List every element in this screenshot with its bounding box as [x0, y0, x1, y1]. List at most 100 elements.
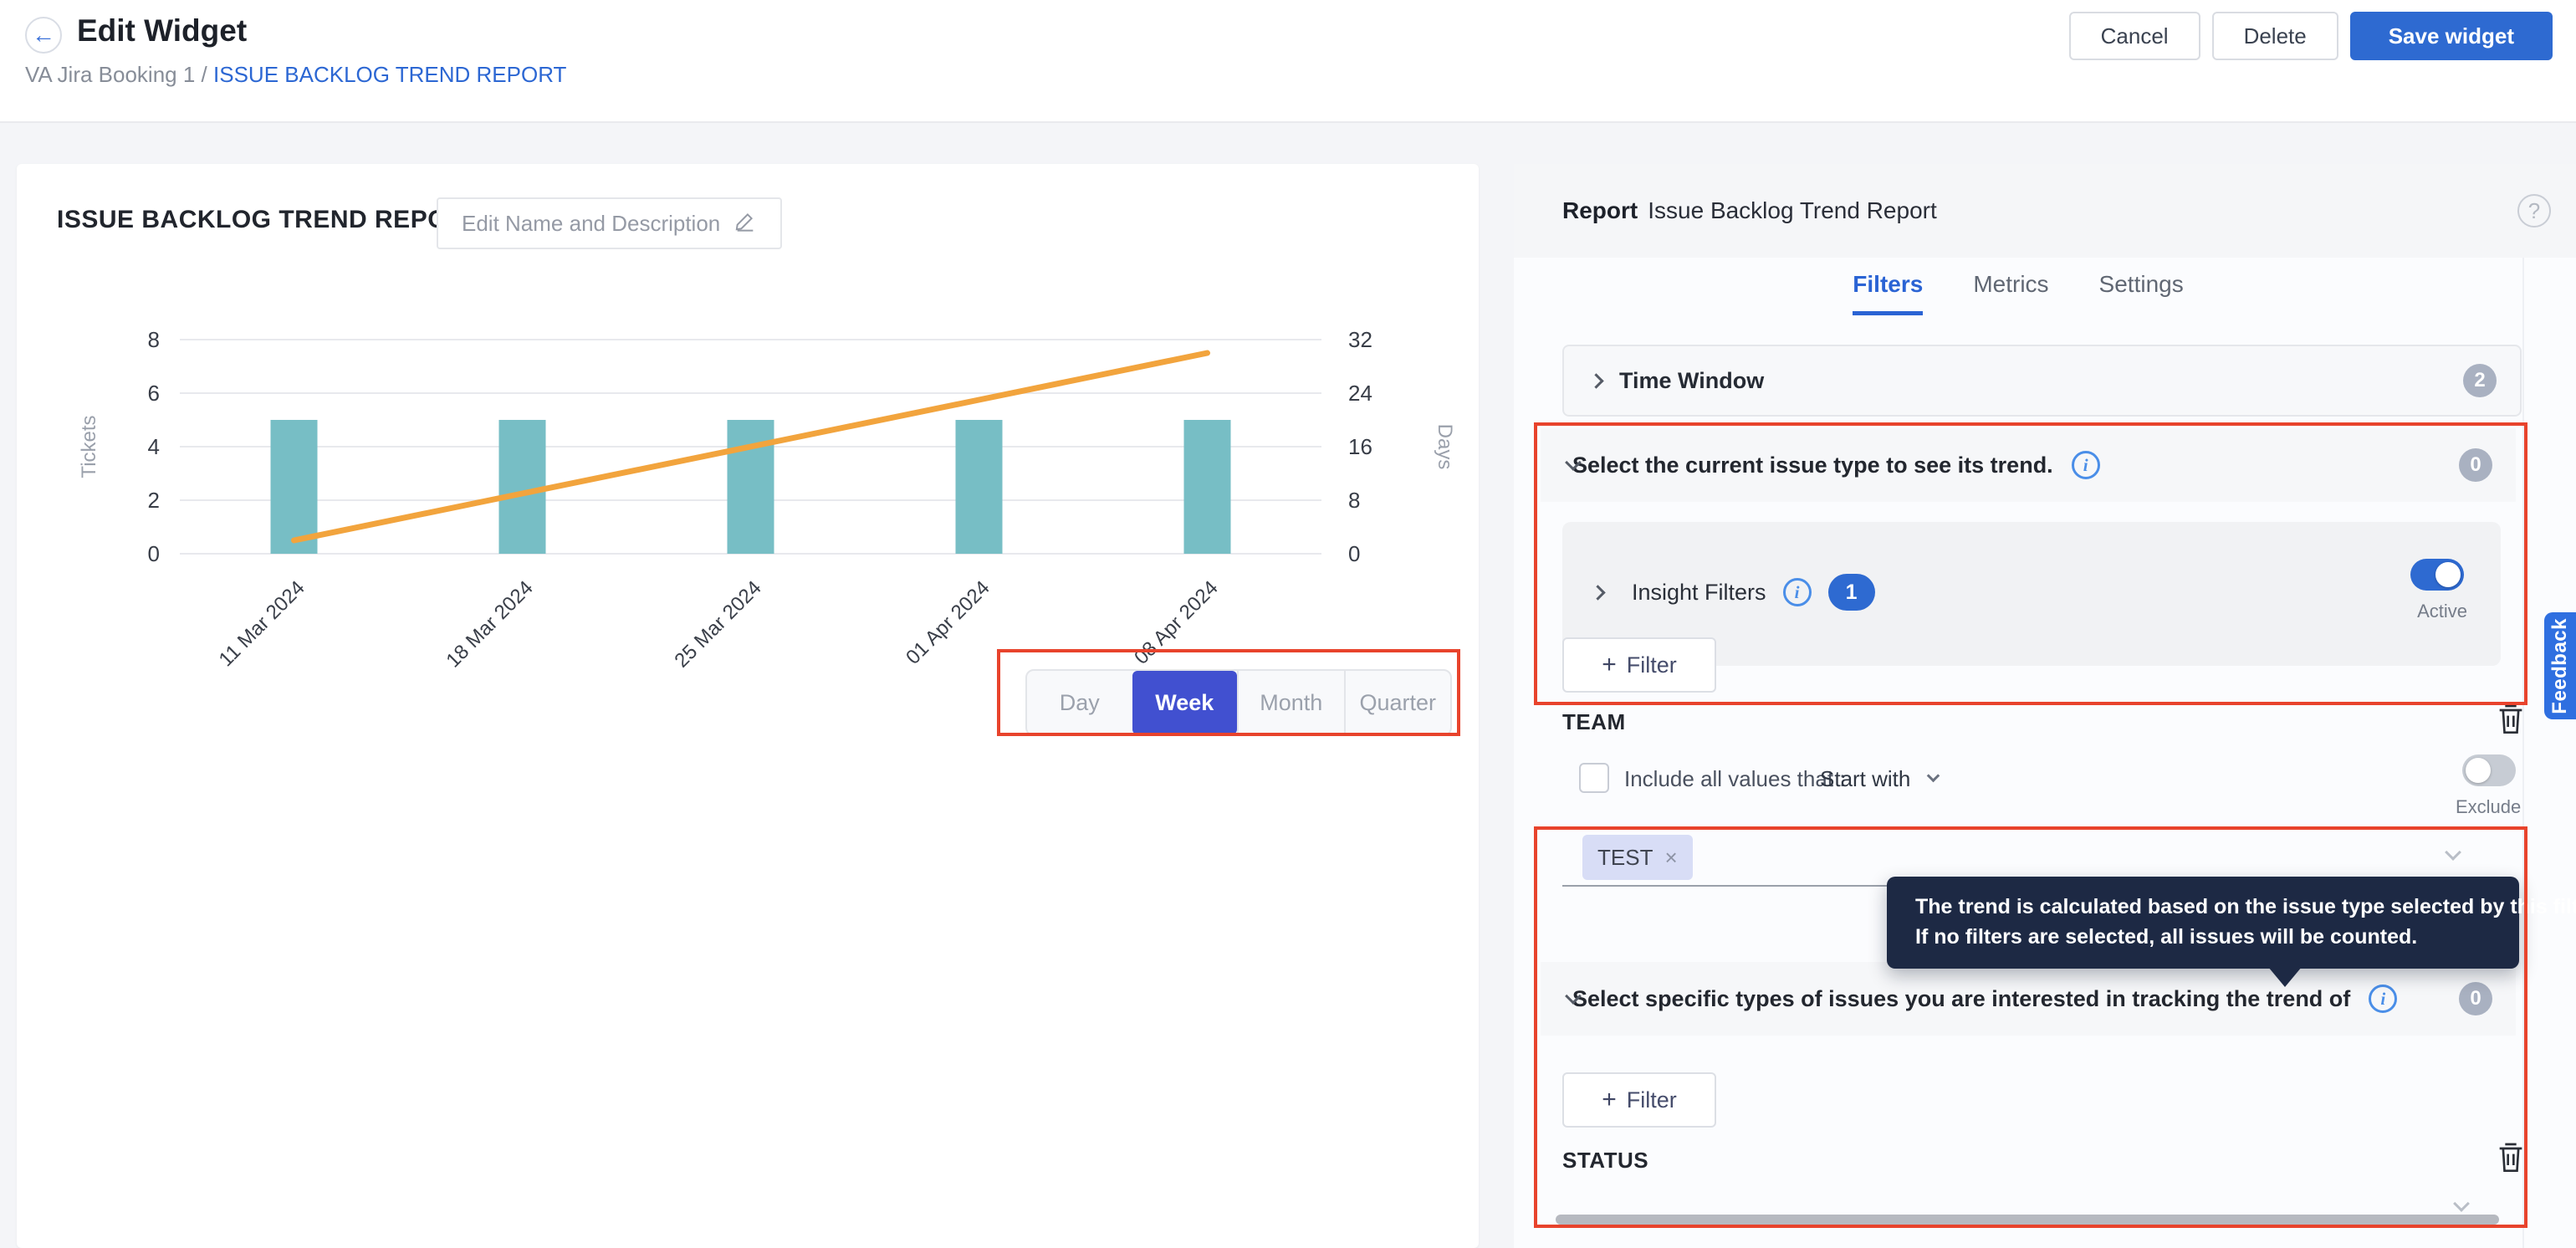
right-axis-tick: 24: [1348, 381, 1372, 406]
specific-types-badge: 0: [2459, 982, 2492, 1015]
edit-widget-page: ← Edit Widget VA Jira Booking 1 / ISSUE …: [0, 0, 2576, 1248]
time-window-label: Time Window: [1619, 368, 1764, 394]
include-all-label: Include all values that :: [1624, 766, 1846, 792]
bar-tickets: [956, 420, 1003, 554]
trash-icon[interactable]: [2494, 699, 2527, 738]
bar-tickets: [499, 420, 546, 554]
x-axis-label: 08 Apr 2024: [1130, 576, 1223, 669]
left-axis-tick: 2: [148, 488, 160, 513]
report-header-title: Issue Backlog Trend Report: [1648, 197, 1937, 223]
period-option-day[interactable]: Day: [1027, 671, 1132, 734]
insight-filters-label: Insight Filters: [1632, 580, 1766, 606]
insight-filters-row[interactable]: Insight Filters 1: [1592, 574, 1875, 611]
chevron-down-icon: [1927, 770, 1940, 783]
report-panel: Report Issue Backlog Trend Report ? Filte…: [1514, 164, 2576, 1248]
bar-tickets: [1184, 420, 1231, 554]
left-axis-tick: 6: [148, 381, 160, 406]
right-axis-tick: 16: [1348, 434, 1372, 459]
back-button[interactable]: ←: [25, 17, 62, 54]
report-tabs: Filters Metrics Settings: [1514, 271, 2522, 315]
breadcrumb-current[interactable]: ISSUE BACKLOG TREND REPORT: [213, 62, 566, 87]
header-actions: Cancel Delete Save widget: [2069, 12, 2553, 60]
add-filter-label: Filter: [1627, 652, 1677, 678]
toggle-knob: [2466, 758, 2491, 783]
x-axis-label: 25 Mar 2024: [670, 576, 765, 672]
add-filter-button[interactable]: + Filter: [1562, 637, 1716, 693]
trash-icon[interactable]: [2494, 1138, 2527, 1176]
breadcrumb-separator: /: [202, 62, 207, 87]
include-all-checkbox[interactable]: [1579, 763, 1609, 793]
top-header: ← Edit Widget VA Jira Booking 1 / ISSUE …: [0, 0, 2576, 123]
add-filter-label: Filter: [1627, 1087, 1677, 1113]
edit-name-description-button[interactable]: Edit Name and Description: [437, 197, 782, 249]
report-panel-header: Report Issue Backlog Trend Report: [1514, 164, 2576, 258]
team-filter-name: TEAM: [1562, 709, 1626, 735]
chevron-right-icon: [1590, 585, 1605, 600]
info-icon[interactable]: [1783, 578, 1812, 606]
pencil-icon: [733, 209, 757, 238]
current-issue-type-section-header[interactable]: Select the current issue type to see its…: [1541, 428, 2516, 502]
widget-card: ISSUE BACKLOG TREND REPORT Edit Name and…: [17, 164, 1479, 1248]
edit-name-label: Edit Name and Description: [462, 211, 720, 237]
info-icon[interactable]: [2072, 451, 2100, 479]
time-window-section[interactable]: Time Window 2: [1562, 345, 2522, 417]
save-widget-button[interactable]: Save widget: [2350, 12, 2553, 60]
exclude-toggle[interactable]: [2462, 754, 2516, 786]
active-toggle[interactable]: [2410, 559, 2464, 591]
left-axis-label: Tickets: [78, 415, 100, 478]
tooltip-line1: The trend is calculated based on the iss…: [1915, 892, 2519, 922]
period-option-week[interactable]: Week: [1132, 671, 1238, 734]
time-window-badge: 2: [2463, 364, 2497, 397]
tab-filters[interactable]: Filters: [1853, 271, 1923, 315]
plus-icon: +: [1602, 651, 1617, 679]
specific-types-section-header[interactable]: Select specific types of issues you are …: [1541, 962, 2516, 1036]
widget-title: ISSUE BACKLOG TREND REPORT: [57, 206, 482, 234]
status-filter-name: STATUS: [1562, 1148, 1648, 1174]
x-axis-label: 18 Mar 2024: [442, 576, 537, 672]
page-title: Edit Widget: [77, 13, 247, 49]
feedback-label: Feedback: [2548, 618, 2572, 714]
tooltip-caret: [2268, 967, 2302, 987]
team-value-tag: TEST ×: [1582, 835, 1693, 880]
tag-label: TEST: [1597, 845, 1653, 871]
active-toggle-label: Active: [2417, 601, 2467, 622]
left-axis-tick: 4: [148, 434, 160, 459]
back-arrow-icon: ←: [32, 22, 55, 49]
period-option-quarter[interactable]: Quarter: [1344, 671, 1451, 734]
feedback-tab[interactable]: Feedback: [2544, 612, 2576, 719]
x-axis-label: 11 Mar 2024: [215, 576, 309, 671]
tab-metrics[interactable]: Metrics: [1973, 271, 2048, 315]
insight-filters-badge: 1: [1828, 574, 1875, 611]
add-filter-button[interactable]: + Filter: [1562, 1072, 1716, 1128]
cancel-button[interactable]: Cancel: [2069, 12, 2200, 60]
current-issue-type-badge: 0: [2459, 448, 2492, 482]
left-axis-tick: 8: [148, 327, 160, 352]
right-axis-label: Days: [1434, 424, 1456, 470]
delete-button[interactable]: Delete: [2212, 12, 2338, 60]
chevron-down-icon[interactable]: [2445, 844, 2461, 861]
report-header-text: Report Issue Backlog Trend Report: [1562, 197, 1937, 224]
help-icon[interactable]: ?: [2517, 194, 2551, 228]
info-icon[interactable]: [2369, 985, 2397, 1013]
breadcrumb: VA Jira Booking 1 / ISSUE BACKLOG TREND …: [25, 62, 566, 88]
period-option-month[interactable]: Month: [1237, 671, 1344, 734]
tag-remove-icon[interactable]: ×: [1664, 845, 1677, 871]
right-axis-tick: 32: [1348, 327, 1372, 352]
report-header-label: Report: [1562, 197, 1638, 223]
right-axis-tick: 8: [1348, 488, 1360, 513]
toggle-knob: [2435, 562, 2461, 587]
operator-dropdown[interactable]: Start with: [1820, 766, 1938, 792]
x-axis-label: 01 Apr 2024: [902, 576, 994, 669]
right-axis-tick: 0: [1348, 541, 1360, 566]
tab-settings[interactable]: Settings: [2099, 271, 2184, 315]
chevron-right-icon: [1588, 373, 1603, 388]
plus-icon: +: [1602, 1086, 1617, 1114]
specific-types-title: Select specific types of issues you are …: [1572, 986, 2350, 1012]
period-selector: Day Week Month Quarter: [1025, 669, 1452, 736]
chevron-down-icon[interactable]: [2453, 1195, 2470, 1212]
breadcrumb-parent[interactable]: VA Jira Booking 1: [25, 62, 195, 87]
horizontal-scrollbar[interactable]: [1556, 1215, 2499, 1225]
filter-tooltip: The trend is calculated based on the iss…: [1887, 877, 2519, 969]
left-axis-tick: 0: [148, 541, 160, 566]
operator-value: Start with: [1820, 766, 1910, 792]
